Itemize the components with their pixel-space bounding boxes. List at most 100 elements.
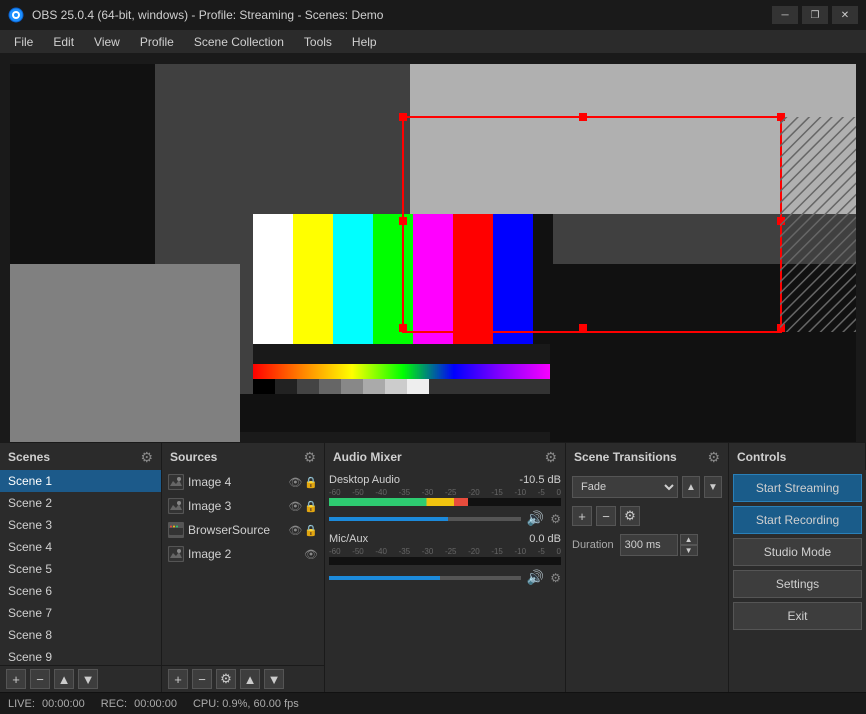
scene-item-scene1[interactable]: Scene 1 <box>0 470 161 492</box>
minimize-button[interactable]: ─ <box>772 6 798 24</box>
config-mic-button[interactable]: ⚙ <box>550 571 561 585</box>
sources-config-button[interactable]: ⚙ <box>216 669 236 689</box>
audio-track-desktop-db: -10.5 dB <box>519 474 561 486</box>
source-visibility-browser[interactable]: 👁 <box>288 524 302 537</box>
menu-help[interactable]: Help <box>342 30 387 53</box>
mute-mic-button[interactable]: 🔊 <box>527 569 544 586</box>
rec-label: REC: <box>101 698 127 710</box>
scenes-toolbar: + − ▲ ▼ <box>0 665 161 692</box>
volume-slider-desktop[interactable] <box>329 517 521 521</box>
transitions-body: Fade Cut Swipe Slide ▲ ▼ + − ⚙ Duration <box>566 470 728 692</box>
scene-item-scene6[interactable]: Scene 6 <box>0 580 161 602</box>
studio-mode-button[interactable]: Studio Mode <box>733 538 862 566</box>
transitions-panel-header: Scene Transitions ⚙ <box>566 443 729 471</box>
preview-area <box>0 54 866 442</box>
source-visibility-image3[interactable]: 👁 <box>288 500 302 513</box>
source-controls-image4: 👁 🔒 <box>288 476 318 489</box>
window-controls: ─ ❐ ✕ <box>772 6 858 24</box>
transition-config-button[interactable]: ⚙ <box>620 506 640 526</box>
scene-item-scene9[interactable]: Scene 9 <box>0 646 161 665</box>
sources-toolbar: + − ⚙ ▲ ▼ <box>162 665 324 692</box>
scenes-remove-button[interactable]: − <box>30 669 50 689</box>
scene-item-scene5[interactable]: Scene 5 <box>0 558 161 580</box>
source-lock-browser[interactable]: 🔒 <box>304 524 318 537</box>
audio-panel-header: Audio Mixer ⚙ <box>325 443 566 471</box>
source-item-image2[interactable]: Image 2 👁 <box>162 542 324 566</box>
settings-button[interactable]: Settings <box>733 570 862 598</box>
transition-remove-button[interactable]: − <box>596 506 616 526</box>
sources-add-button[interactable]: + <box>168 669 188 689</box>
browser-source-icon <box>168 522 184 538</box>
menu-view[interactable]: View <box>84 30 130 53</box>
source-item-browser[interactable]: BrowserSource 👁 🔒 <box>162 518 324 542</box>
start-streaming-button[interactable]: Start Streaming <box>733 474 862 502</box>
sources-config-icon[interactable]: ⚙ <box>303 449 316 466</box>
source-item-image4[interactable]: Image 4 👁 🔒 <box>162 470 324 494</box>
duration-input[interactable] <box>620 534 678 556</box>
transition-add-button[interactable]: + <box>572 506 592 526</box>
sources-remove-button[interactable]: − <box>192 669 212 689</box>
mute-desktop-button[interactable]: 🔊 <box>527 510 544 527</box>
audio-panel: Desktop Audio -10.5 dB -60 -50 -40 -35 -… <box>325 470 566 692</box>
live-label: LIVE: <box>8 698 35 710</box>
restore-button[interactable]: ❐ <box>802 6 828 24</box>
source-visibility-image2[interactable]: 👁 <box>304 548 318 561</box>
exit-button[interactable]: Exit <box>733 602 862 630</box>
source-controls-image2: 👁 <box>304 548 318 561</box>
config-desktop-button[interactable]: ⚙ <box>550 512 561 526</box>
transition-arrow-down[interactable]: ▼ <box>704 476 722 498</box>
scene-item-scene4[interactable]: Scene 4 <box>0 536 161 558</box>
menu-scene-collection[interactable]: Scene Collection <box>184 30 294 53</box>
duration-down-button[interactable]: ▼ <box>680 545 698 556</box>
source-lock-image3[interactable]: 🔒 <box>304 500 318 513</box>
audio-config-icon[interactable]: ⚙ <box>544 449 557 466</box>
obs-icon <box>8 7 24 23</box>
sources-down-button[interactable]: ▼ <box>264 669 284 689</box>
source-controls-browser: 👁 🔒 <box>288 524 318 537</box>
scene-item-scene2[interactable]: Scene 2 <box>0 492 161 514</box>
scene-item-scene8[interactable]: Scene 8 <box>0 624 161 646</box>
scenes-up-button[interactable]: ▲ <box>54 669 74 689</box>
scenes-panel: Scene 1 Scene 2 Scene 3 Scene 4 Scene 5 … <box>0 470 162 692</box>
audio-track-mic-db: 0.0 dB <box>529 533 561 545</box>
scenes-add-button[interactable]: + <box>6 669 26 689</box>
source-name-image4: Image 4 <box>188 475 284 489</box>
audio-track-mic-controls: 🔊 ⚙ <box>329 569 561 586</box>
close-button[interactable]: ✕ <box>832 6 858 24</box>
controls-panel-header: Controls <box>729 443 866 471</box>
menu-profile[interactable]: Profile <box>130 30 184 53</box>
source-lock-image4[interactable]: 🔒 <box>304 476 318 489</box>
rec-status: REC: 00:00:00 <box>101 698 177 710</box>
image-source-icon3 <box>168 546 184 562</box>
transitions-config-icon[interactable]: ⚙ <box>707 449 720 466</box>
scenes-config-icon[interactable]: ⚙ <box>140 449 153 466</box>
source-visibility-image4[interactable]: 👁 <box>288 476 302 489</box>
image-source-icon2 <box>168 498 184 514</box>
audio-panel-title: Audio Mixer <box>333 450 402 464</box>
audio-track-desktop: Desktop Audio -10.5 dB -60 -50 -40 -35 -… <box>329 474 561 527</box>
panels-header: Scenes ⚙ Sources ⚙ Audio Mixer ⚙ Scene T… <box>0 442 866 470</box>
volume-slider-mic[interactable] <box>329 576 521 580</box>
transition-duration-row: Duration ▲ ▼ <box>572 534 722 556</box>
sources-up-button[interactable]: ▲ <box>240 669 260 689</box>
live-status: LIVE: 00:00:00 <box>8 698 85 710</box>
transition-select[interactable]: Fade Cut Swipe Slide <box>572 476 678 498</box>
scene-item-scene7[interactable]: Scene 7 <box>0 602 161 624</box>
scene-item-scene3[interactable]: Scene 3 <box>0 514 161 536</box>
start-recording-button[interactable]: Start Recording <box>733 506 862 534</box>
transition-select-row: Fade Cut Swipe Slide ▲ ▼ <box>572 476 722 498</box>
source-item-image3[interactable]: Image 3 👁 🔒 <box>162 494 324 518</box>
menu-tools[interactable]: Tools <box>294 30 342 53</box>
scenes-list: Scene 1 Scene 2 Scene 3 Scene 4 Scene 5 … <box>0 470 161 665</box>
transition-arrow-up[interactable]: ▲ <box>682 476 700 498</box>
duration-label: Duration <box>572 539 614 551</box>
menu-file[interactable]: File <box>4 30 43 53</box>
scenes-down-button[interactable]: ▼ <box>78 669 98 689</box>
live-time: 00:00:00 <box>42 698 85 710</box>
controls-panel-title: Controls <box>737 450 786 464</box>
scenes-panel-header: Scenes ⚙ <box>0 443 162 471</box>
panels-body: Scene 1 Scene 2 Scene 3 Scene 4 Scene 5 … <box>0 470 866 692</box>
menu-edit[interactable]: Edit <box>43 30 84 53</box>
duration-up-button[interactable]: ▲ <box>680 534 698 545</box>
audio-track-mic-name: Mic/Aux <box>329 533 368 545</box>
